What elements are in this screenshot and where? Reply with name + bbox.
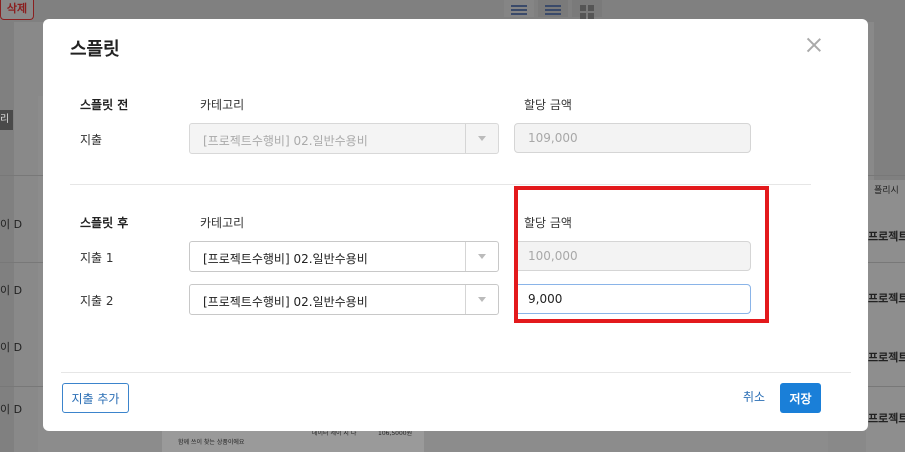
table-cell: 이 D bbox=[0, 341, 23, 354]
save-button[interactable]: 저장 bbox=[780, 383, 821, 413]
split-dialog: 스플릿 스플릿 전 카테고리 할당 금액 지출 [프로젝트수행비] 02.일반수… bbox=[43, 19, 868, 431]
expense-1-label: 지출 1 bbox=[80, 251, 114, 265]
category-select-disabled: [프로젝트수행비] 02.일반수용비 bbox=[189, 123, 499, 154]
thumbnail-text: 함께 쓰이 찾는 상품이에요 bbox=[178, 439, 245, 446]
compact-view-icon bbox=[538, 0, 568, 17]
expense-1-category-select[interactable]: [프로젝트수행비] 02.일반수용비 bbox=[189, 241, 499, 272]
dropdown-toggle bbox=[465, 124, 498, 153]
expense-2-category-select[interactable]: [프로젝트수행비] 02.일반수용비 bbox=[189, 284, 499, 315]
amount-field-disabled bbox=[514, 123, 751, 153]
table-cell: 프로젝트 bbox=[868, 351, 905, 364]
chevron-down-icon bbox=[478, 136, 486, 141]
side-badge: 리 bbox=[0, 110, 13, 130]
category-header: 카테고리 bbox=[200, 216, 245, 230]
dropdown-toggle[interactable] bbox=[465, 285, 498, 314]
close-icon[interactable] bbox=[805, 36, 823, 54]
table-cell: 이 D bbox=[0, 284, 23, 297]
amount-header: 할당 금액 bbox=[524, 98, 572, 112]
chevron-down-icon bbox=[478, 254, 486, 259]
chevron-down-icon bbox=[478, 297, 486, 302]
table-cell: 이 D bbox=[0, 218, 23, 231]
category-value: [프로젝트수행비] 02.일반수용비 bbox=[203, 252, 368, 266]
table-cell: 프로젝트 bbox=[868, 292, 905, 305]
dialog-title: 스플릿 bbox=[70, 39, 120, 60]
expense-label: 지출 bbox=[80, 133, 103, 147]
background-delete-button: 삭제 bbox=[0, 0, 34, 20]
table-cell: 프로젝트 bbox=[868, 412, 905, 425]
column-header: 폴리시 bbox=[874, 186, 899, 196]
before-section-label: 스플릿 전 bbox=[80, 98, 129, 112]
list-view-icon bbox=[504, 0, 534, 17]
dropdown-toggle[interactable] bbox=[465, 242, 498, 271]
category-value: [프로젝트수행비] 02.일반수용비 bbox=[203, 295, 368, 309]
highlight-annotation bbox=[514, 186, 769, 323]
add-expense-button[interactable]: 지출 추가 bbox=[62, 383, 129, 413]
footer-divider bbox=[61, 372, 851, 373]
table-cell: 프로젝트 bbox=[868, 230, 905, 243]
table-cell: 이 D bbox=[0, 403, 23, 416]
section-divider bbox=[70, 184, 811, 185]
after-section-label: 스플릿 후 bbox=[80, 216, 129, 230]
cancel-button[interactable]: 취소 bbox=[743, 388, 765, 405]
expense-2-label: 지출 2 bbox=[80, 294, 114, 308]
grid-view-icon bbox=[572, 0, 602, 17]
category-header: 카테고리 bbox=[200, 98, 245, 112]
category-value: [프로젝트수행비] 02.일반수용비 bbox=[203, 134, 368, 148]
